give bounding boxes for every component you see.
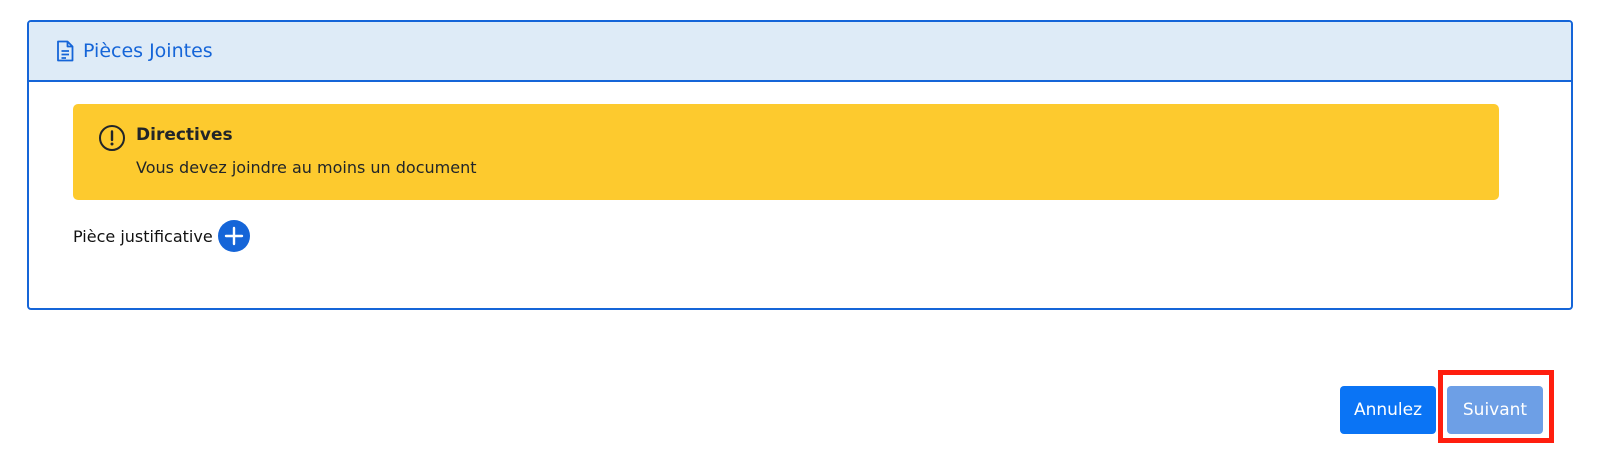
add-document-button[interactable] (217, 220, 250, 252)
supporting-document-row: Pièce justificative (73, 220, 250, 252)
document-icon (55, 40, 75, 62)
alert-message: Vous devez joindre au moins un document (136, 158, 477, 177)
exclamation-circle-icon (98, 124, 126, 152)
directives-alert: Directives Vous devez joindre au moins u… (73, 104, 1499, 200)
attachments-card: Pièces Jointes Directives Vous devez joi… (27, 20, 1573, 310)
next-button[interactable]: Suivant (1447, 386, 1543, 434)
supporting-document-label: Pièce justificative (73, 226, 213, 246)
alert-title: Directives (136, 125, 233, 145)
card-header: Pièces Jointes (29, 22, 1571, 82)
cancel-button[interactable]: Annulez (1340, 386, 1436, 434)
plus-circle-icon (224, 226, 243, 246)
section-title: Pièces Jointes (83, 40, 213, 62)
